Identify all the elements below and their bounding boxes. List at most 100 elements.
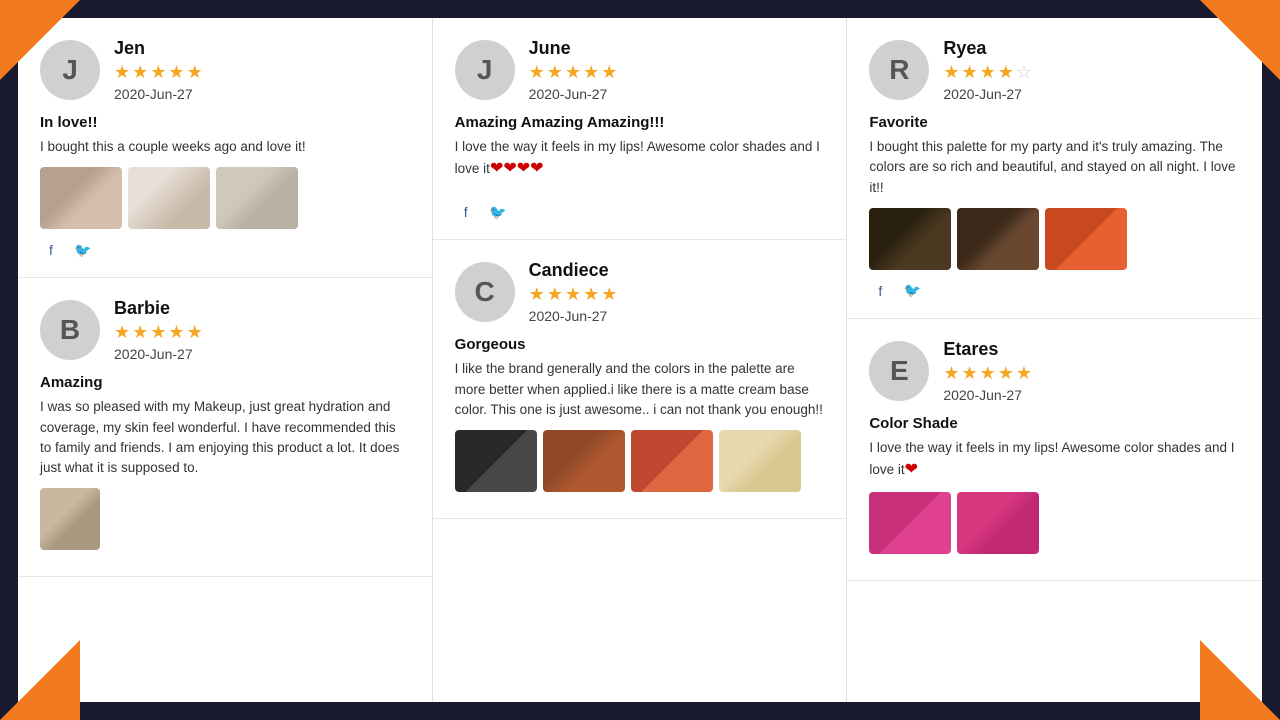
review-image-2	[957, 208, 1039, 270]
heart-1: ❤	[490, 160, 503, 177]
review-date-jen: 2020-Jun-27	[114, 86, 203, 102]
star-5: ★	[1016, 363, 1032, 384]
reviewer-header-barbie: B Barbie ★ ★ ★ ★ ★ 2020-Jun-27	[40, 298, 410, 362]
review-images-barbie	[40, 488, 410, 550]
stars-ryea: ★ ★ ★ ★ ☆	[943, 62, 1032, 83]
reviewer-header-etares: E Etares ★ ★ ★ ★ ★ 2020-Jun-27	[869, 339, 1240, 403]
review-image-2	[128, 167, 210, 229]
review-title-ryea: Favorite	[869, 114, 1240, 131]
reviewer-header-ryea: R Ryea ★ ★ ★ ★ ☆ 2020-Jun-27	[869, 38, 1240, 102]
review-image-3	[631, 430, 713, 492]
review-image-4	[719, 430, 801, 492]
review-title-jen: In love!!	[40, 114, 410, 131]
corner-decoration-tl	[0, 0, 80, 80]
star-4: ★	[998, 363, 1014, 384]
avatar-etares: E	[869, 341, 929, 401]
review-date-barbie: 2020-Jun-27	[114, 346, 203, 362]
review-image-2	[543, 430, 625, 492]
reviewer-name-jen: Jen	[114, 38, 203, 59]
review-text-jen: I bought this a couple weeks ago and lov…	[40, 137, 410, 157]
avatar-ryea: R	[869, 40, 929, 100]
review-images-jen	[40, 167, 410, 229]
facebook-icon-jen[interactable]: f	[40, 239, 62, 261]
reviewer-name-barbie: Barbie	[114, 298, 203, 319]
review-date-candiece: 2020-Jun-27	[529, 308, 618, 324]
star-4: ★	[583, 284, 599, 305]
review-image-1	[455, 430, 537, 492]
reviewer-name-etares: Etares	[943, 339, 1032, 360]
star-3: ★	[980, 62, 996, 83]
star-1: ★	[114, 62, 130, 83]
star-5: ★	[601, 284, 617, 305]
review-title-june: Amazing Amazing Amazing!!!	[455, 114, 825, 131]
avatar-june: J	[455, 40, 515, 100]
review-image-pink-1	[869, 492, 951, 554]
review-title-candiece: Gorgeous	[455, 336, 825, 353]
review-image-partial	[40, 488, 100, 550]
star-2: ★	[547, 62, 563, 83]
facebook-icon-ryea[interactable]: f	[869, 280, 891, 302]
avatar-candiece: C	[455, 262, 515, 322]
review-date-june: 2020-Jun-27	[529, 86, 618, 102]
star-5: ★	[187, 62, 203, 83]
reviewer-name-june: June	[529, 38, 618, 59]
star-1: ★	[529, 284, 545, 305]
review-images-ryea	[869, 208, 1240, 270]
corner-decoration-br	[1200, 640, 1280, 720]
reviewer-info-jen: Jen ★ ★ ★ ★ ★ 2020-Jun-27	[114, 38, 203, 102]
social-icons-jen: f 🐦	[40, 239, 410, 261]
review-image-3	[216, 167, 298, 229]
reviews-container: J Jen ★ ★ ★ ★ ★ 2020-Jun-27 In love!! I …	[18, 18, 1262, 702]
reviews-column-3: R Ryea ★ ★ ★ ★ ☆ 2020-Jun-27 Favorite I …	[847, 18, 1262, 702]
reviewer-name-candiece: Candiece	[529, 260, 618, 281]
reviewer-header-june: J June ★ ★ ★ ★ ★ 2020-Jun-27	[455, 38, 825, 102]
twitter-icon-june[interactable]: 🐦	[487, 201, 509, 223]
reviewer-info-candiece: Candiece ★ ★ ★ ★ ★ 2020-Jun-27	[529, 260, 618, 324]
twitter-icon-jen[interactable]: 🐦	[72, 239, 94, 261]
review-date-etares: 2020-Jun-27	[943, 387, 1032, 403]
stars-candiece: ★ ★ ★ ★ ★	[529, 284, 618, 305]
heart-etares-1: ❤	[905, 461, 918, 478]
review-image-1	[40, 167, 122, 229]
review-card-june: J June ★ ★ ★ ★ ★ 2020-Jun-27 Amazing Ama…	[433, 18, 847, 240]
corner-decoration-bl	[0, 640, 80, 720]
star-5: ★	[601, 62, 617, 83]
review-text-june: I love the way it feels in my lips! Awes…	[455, 137, 825, 181]
review-images-etares	[869, 492, 1240, 554]
review-card-etares: E Etares ★ ★ ★ ★ ★ 2020-Jun-27 Color Sha…	[847, 319, 1262, 581]
stars-jen: ★ ★ ★ ★ ★	[114, 62, 203, 83]
star-2: ★	[961, 62, 977, 83]
star-1: ★	[114, 322, 130, 343]
star-2: ★	[547, 284, 563, 305]
star-5: ★	[187, 322, 203, 343]
reviewer-info-ryea: Ryea ★ ★ ★ ★ ☆ 2020-Jun-27	[943, 38, 1032, 102]
star-4: ★	[168, 322, 184, 343]
reviewer-header-candiece: C Candiece ★ ★ ★ ★ ★ 2020-Jun-27	[455, 260, 825, 324]
heart-4: ❤	[530, 160, 543, 177]
review-card-jen: J Jen ★ ★ ★ ★ ★ 2020-Jun-27 In love!! I …	[18, 18, 432, 278]
review-images-candiece	[455, 430, 825, 492]
reviewer-header-jen: J Jen ★ ★ ★ ★ ★ 2020-Jun-27	[40, 38, 410, 102]
review-image-pink-2	[957, 492, 1039, 554]
reviewer-info-barbie: Barbie ★ ★ ★ ★ ★ 2020-Jun-27	[114, 298, 203, 362]
corner-decoration-tr	[1200, 0, 1280, 80]
stars-june: ★ ★ ★ ★ ★	[529, 62, 618, 83]
social-icons-ryea: f 🐦	[869, 280, 1240, 302]
star-4: ★	[998, 62, 1014, 83]
stars-etares: ★ ★ ★ ★ ★	[943, 363, 1032, 384]
reviewer-name-ryea: Ryea	[943, 38, 1032, 59]
reviewer-info-etares: Etares ★ ★ ★ ★ ★ 2020-Jun-27	[943, 339, 1032, 403]
review-text-barbie: I was so pleased with my Makeup, just gr…	[40, 397, 410, 478]
star-2: ★	[132, 322, 148, 343]
review-title-barbie: Amazing	[40, 374, 410, 391]
star-1: ★	[943, 363, 959, 384]
star-3: ★	[565, 62, 581, 83]
stars-barbie: ★ ★ ★ ★ ★	[114, 322, 203, 343]
facebook-icon-june[interactable]: f	[455, 201, 477, 223]
star-2: ★	[961, 363, 977, 384]
review-image-3	[1045, 208, 1127, 270]
twitter-icon-ryea[interactable]: 🐦	[901, 280, 923, 302]
review-card-barbie: B Barbie ★ ★ ★ ★ ★ 2020-Jun-27 Amazing I…	[18, 278, 432, 577]
reviews-column-2: J June ★ ★ ★ ★ ★ 2020-Jun-27 Amazing Ama…	[433, 18, 848, 702]
star-3: ★	[980, 363, 996, 384]
